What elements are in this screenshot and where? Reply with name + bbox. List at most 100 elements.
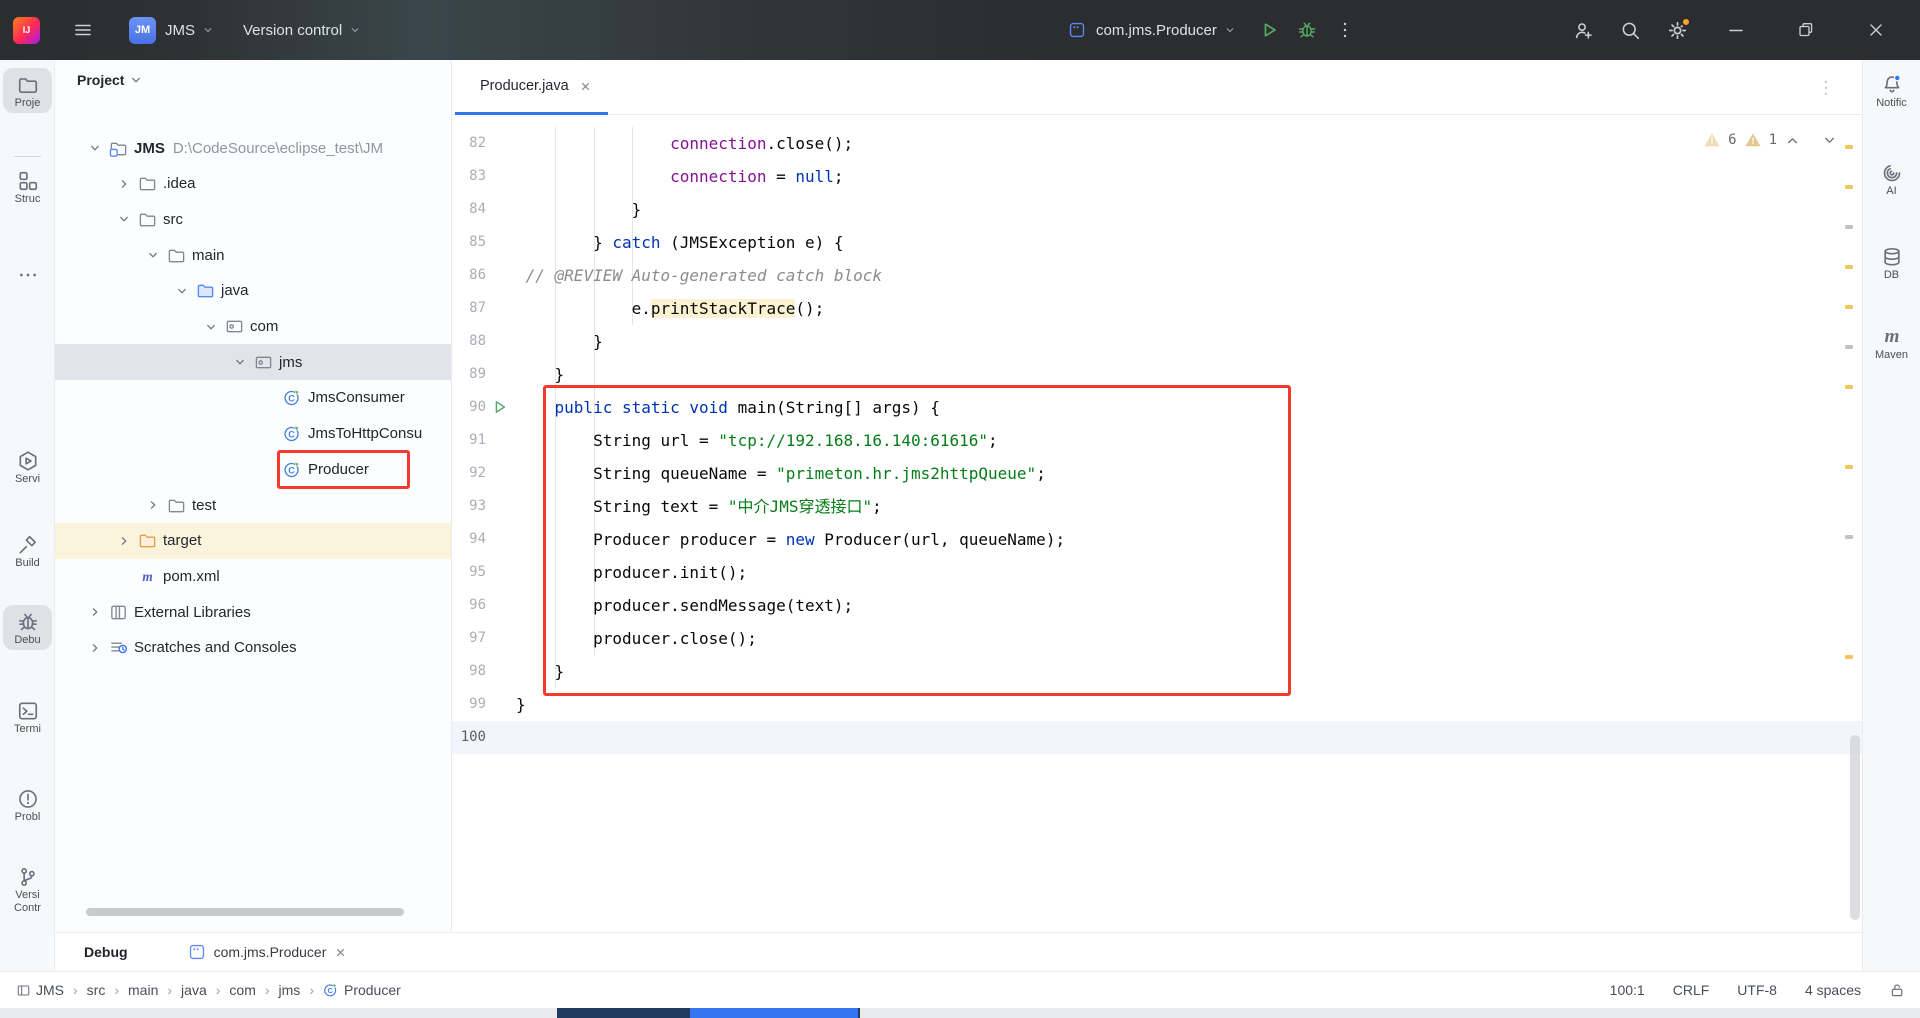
- main-menu-button[interactable]: [73, 20, 93, 40]
- error-stripe-mark[interactable]: [1845, 535, 1853, 539]
- error-stripe-mark[interactable]: [1845, 185, 1853, 189]
- code-line-87[interactable]: 87 e.printStackTrace();: [452, 292, 1862, 325]
- sidebar-item-terminal[interactable]: Termi: [3, 694, 52, 739]
- code-with-me-button[interactable]: [1573, 20, 1594, 41]
- status-line-ending[interactable]: CRLF: [1673, 982, 1710, 998]
- code-line-88[interactable]: 88 }: [452, 325, 1862, 358]
- tree-row-test[interactable]: test: [55, 487, 451, 523]
- code-line-89[interactable]: 89 }: [452, 358, 1862, 391]
- error-stripe-mark[interactable]: [1845, 655, 1853, 659]
- vcs-widget[interactable]: Version control: [243, 22, 362, 39]
- chevron-down-icon[interactable]: [85, 139, 105, 157]
- code-line-83[interactable]: 83 connection = null;: [452, 160, 1862, 193]
- code-line-84[interactable]: 84 }: [452, 193, 1862, 226]
- code-line-97[interactable]: 97 producer.close();: [452, 622, 1862, 655]
- more-actions-button[interactable]: [1335, 20, 1355, 40]
- close-icon[interactable]: [334, 946, 347, 959]
- breadcrumb-src[interactable]: src: [87, 982, 106, 998]
- tree-row-jmstohttpconsu[interactable]: CJmsToHttpConsu: [55, 416, 451, 452]
- minimize-button[interactable]: [1714, 0, 1758, 60]
- tree-row-jms[interactable]: jms: [55, 344, 451, 380]
- debug-session-tab[interactable]: com.jms.Producer: [188, 943, 348, 961]
- code-editor[interactable]: 82 connection.close();83 connection = nu…: [452, 115, 1862, 932]
- line-number[interactable]: 88: [452, 325, 486, 358]
- line-number[interactable]: 100: [452, 721, 486, 754]
- tree-row-java[interactable]: java: [55, 273, 451, 309]
- sidebar-item-maven[interactable]: mMaven: [1867, 318, 1916, 365]
- sidebar-item-build[interactable]: Build: [3, 528, 52, 573]
- sidebar-item-debug[interactable]: Debu: [3, 605, 52, 650]
- chevron-down-icon[interactable]: [201, 318, 221, 336]
- line-number[interactable]: 84: [452, 193, 486, 226]
- breadcrumb-com[interactable]: com: [229, 982, 255, 998]
- line-number[interactable]: 82: [452, 127, 486, 160]
- debug-button[interactable]: [1297, 20, 1317, 40]
- tree-row-pom-xml[interactable]: mpom.xml: [55, 558, 451, 594]
- run-config-selector[interactable]: com.jms.Producer: [1096, 22, 1237, 39]
- chevron-down-icon[interactable]: [114, 210, 134, 228]
- line-number[interactable]: 97: [452, 622, 486, 655]
- code-line-90[interactable]: 90 public static void main(String[] args…: [452, 391, 1862, 424]
- inspections-widget[interactable]: ! 6 ! 1: [1703, 131, 1838, 149]
- error-stripe-mark[interactable]: [1845, 305, 1853, 309]
- code-line-86[interactable]: 86 // @REVIEW Auto-generated catch block: [452, 259, 1862, 292]
- line-number[interactable]: 92: [452, 457, 486, 490]
- code-line-95[interactable]: 95 producer.init();: [452, 556, 1862, 589]
- chevron-right-icon[interactable]: [114, 532, 134, 550]
- tree-row-scratches-and-consoles[interactable]: Scratches and Consoles: [55, 630, 451, 666]
- line-number[interactable]: 99: [452, 688, 486, 721]
- sidebar-item-structure[interactable]: Struc: [3, 164, 52, 209]
- tree-row-producer[interactable]: CProducer: [55, 451, 451, 487]
- breadcrumb-java[interactable]: java: [181, 982, 207, 998]
- chevron-right-icon[interactable]: [85, 639, 105, 657]
- code-line-85[interactable]: 85 } catch (JMSException e) {: [452, 226, 1862, 259]
- error-stripe-mark[interactable]: [1845, 265, 1853, 269]
- chevron-down-icon[interactable]: [230, 353, 250, 371]
- error-stripe-mark[interactable]: [1845, 145, 1853, 149]
- sidebar-item-ai[interactable]: AI: [1867, 156, 1916, 201]
- code-line-98[interactable]: 98 }: [452, 655, 1862, 688]
- code-line-100[interactable]: 100: [452, 721, 1862, 754]
- code-line-94[interactable]: 94 Producer producer = new Producer(url,…: [452, 523, 1862, 556]
- chevron-down-icon[interactable]: [172, 282, 192, 300]
- tree-row-external-libraries[interactable]: External Libraries: [55, 594, 451, 630]
- code-line-99[interactable]: 99}: [452, 688, 1862, 721]
- debug-panel-title[interactable]: Debug: [84, 944, 128, 960]
- chevron-right-icon[interactable]: [114, 175, 134, 193]
- line-number[interactable]: 89: [452, 358, 486, 391]
- line-number[interactable]: 93: [452, 490, 486, 523]
- close-button[interactable]: [1854, 0, 1898, 60]
- breadcrumb-main[interactable]: main: [128, 982, 158, 998]
- line-number[interactable]: 94: [452, 523, 486, 556]
- status-encoding[interactable]: UTF-8: [1737, 982, 1777, 998]
- line-number[interactable]: 83: [452, 160, 486, 193]
- error-stripe-mark[interactable]: [1845, 345, 1853, 349]
- prev-problem-button[interactable]: [1784, 132, 1801, 149]
- sidebar-item-notifications[interactable]: Notific: [1867, 68, 1916, 113]
- code-line-93[interactable]: 93 String text = "中介JMS穿透接口";: [452, 490, 1862, 523]
- code-line-92[interactable]: 92 String queueName = "primeton.hr.jms2h…: [452, 457, 1862, 490]
- project-panel-header[interactable]: Project: [77, 72, 144, 88]
- breadcrumb-jms[interactable]: jms: [279, 982, 301, 998]
- code-line-91[interactable]: 91 String url = "tcp://192.168.16.140:61…: [452, 424, 1862, 457]
- tree-row-target[interactable]: target: [55, 523, 451, 559]
- search-everywhere-button[interactable]: [1620, 20, 1641, 41]
- sidebar-item-more[interactable]: [3, 258, 52, 290]
- editor-more-button[interactable]: [1816, 78, 1836, 98]
- sidebar-item-project[interactable]: Proje: [3, 68, 52, 113]
- line-number[interactable]: 96: [452, 589, 486, 622]
- chevron-down-icon[interactable]: [143, 246, 163, 264]
- line-number[interactable]: 90: [452, 391, 486, 424]
- line-number[interactable]: 95: [452, 556, 486, 589]
- run-button[interactable]: [1259, 20, 1279, 40]
- next-problem-button[interactable]: [1821, 132, 1838, 149]
- status-caret-position[interactable]: 100:1: [1610, 982, 1645, 998]
- run-gutter-icon[interactable]: [492, 399, 508, 415]
- project-tree-hscrollbar[interactable]: [86, 908, 404, 916]
- tree-row--idea[interactable]: .idea: [55, 166, 451, 202]
- sidebar-item-problems[interactable]: Probl: [3, 782, 52, 827]
- lock-icon[interactable]: [1889, 982, 1906, 999]
- sidebar-item-services[interactable]: Servi: [3, 444, 52, 489]
- tree-row-com[interactable]: com: [55, 309, 451, 345]
- tab-producer-java[interactable]: Producer.java: [455, 60, 608, 115]
